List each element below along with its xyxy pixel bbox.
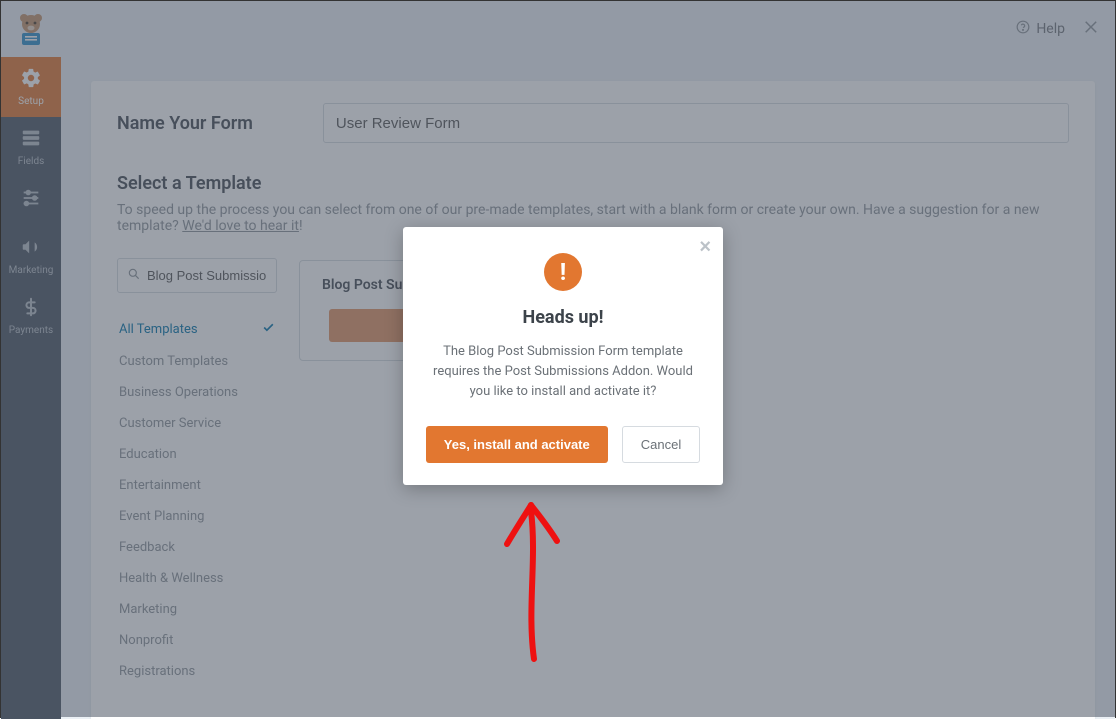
cancel-button[interactable]: Cancel bbox=[622, 426, 700, 463]
install-activate-button[interactable]: Yes, install and activate bbox=[426, 426, 608, 463]
modal-close-button[interactable]: × bbox=[699, 237, 711, 257]
modal-text: The Blog Post Submission Form template r… bbox=[425, 342, 701, 402]
alert-icon: ! bbox=[544, 253, 582, 291]
install-modal: × ! Heads up! The Blog Post Submission F… bbox=[403, 227, 723, 485]
modal-title: Heads up! bbox=[425, 307, 701, 328]
